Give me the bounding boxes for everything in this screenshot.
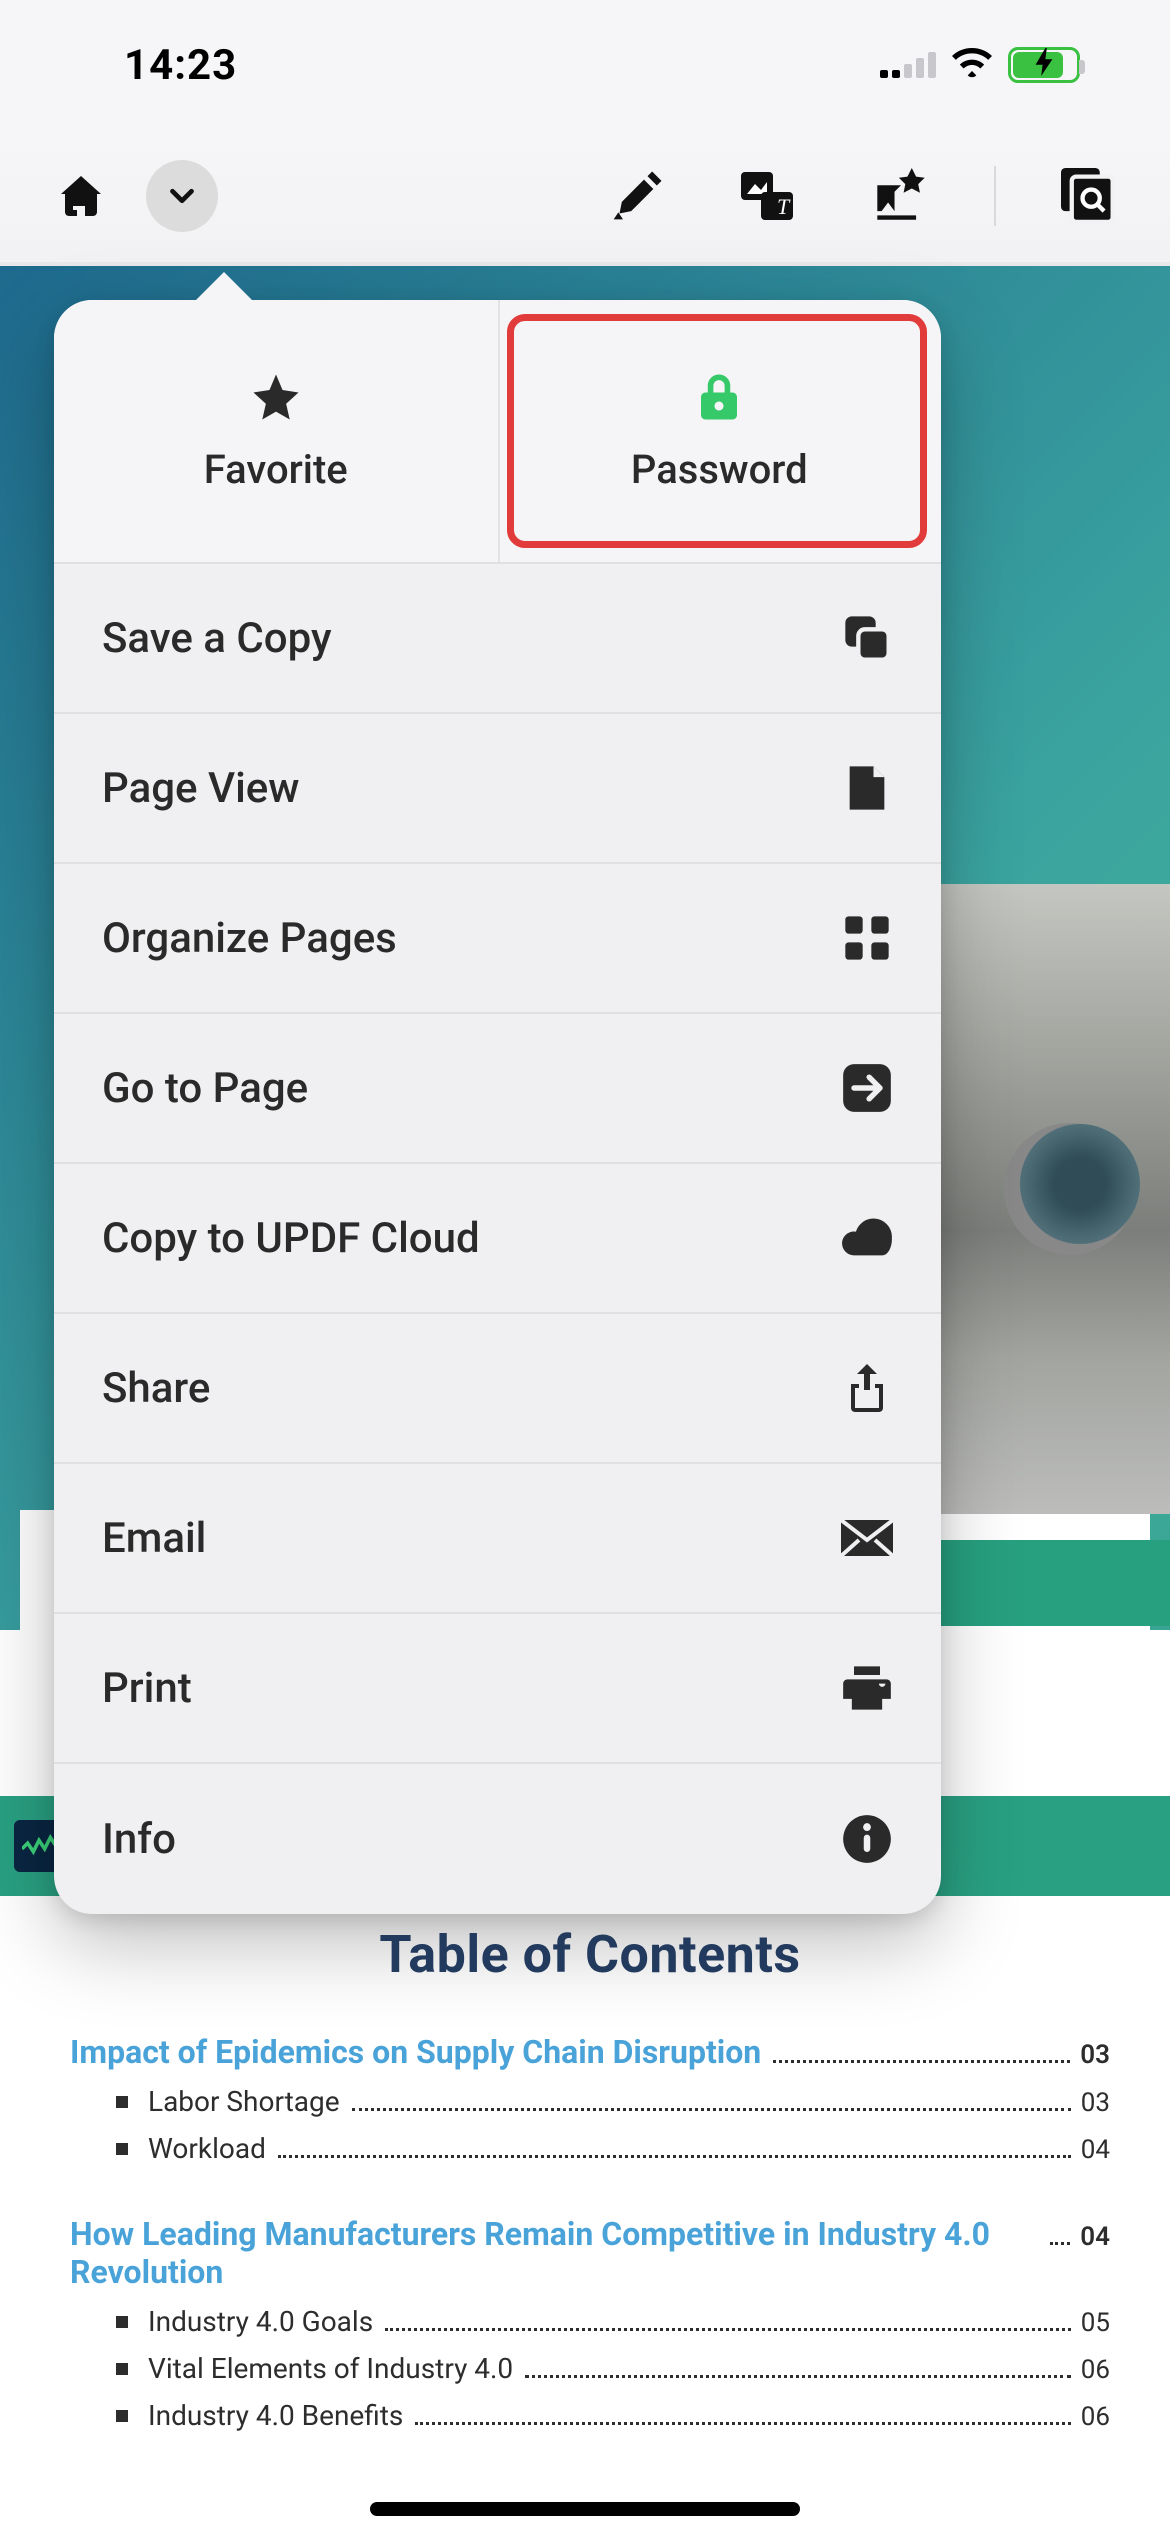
signal-icon [880,52,936,78]
star-icon [249,370,303,424]
toc-sub-label: Vital Elements of Industry 4.0 [148,2352,513,2385]
toc-page: 03 [1081,2088,1110,2118]
toc-title: Table of Contents [70,1924,1110,1985]
home-icon[interactable] [50,165,112,227]
app-toolbar: T [0,130,1170,262]
menu-item-label: Copy to UPDF Cloud [102,1214,480,1263]
image-text-icon[interactable]: T [738,165,800,227]
favorite-tab[interactable]: Favorite [54,300,498,562]
toc-sub-label: Industry 4.0 Benefits [148,2399,403,2432]
menu-item-organize-pages[interactable]: Organize Pages [54,864,941,1014]
toc-heading: Impact of Epidemics on Supply Chain Disr… [70,2033,1110,2071]
menu-item-go-to-page[interactable]: Go to Page [54,1014,941,1164]
menu-item-save-copy[interactable]: Save a Copy [54,564,941,714]
print-icon [841,1662,893,1714]
toc-heading-text: How Leading Manufacturers Remain Competi… [70,2215,1038,2291]
home-indicator[interactable] [370,2502,800,2516]
menu-item-label: Organize Pages [102,914,397,963]
toc-page: 04 [1081,2135,1110,2165]
goto-icon [841,1062,893,1114]
image-edit-icon[interactable] [870,165,932,227]
status-right [880,47,1080,83]
menu-item-email[interactable]: Email [54,1464,941,1614]
share-icon [841,1362,893,1414]
menu-item-label: Save a Copy [102,614,332,663]
document-content: Table of Contents Impact of Epidemics on… [70,1924,1110,2446]
toc-page: 06 [1081,2402,1110,2432]
toc-sub-label: Industry 4.0 Goals [148,2305,373,2338]
menu-item-share[interactable]: Share [54,1314,941,1464]
document-photo [910,884,1170,1514]
charging-icon [1034,48,1054,83]
highlighter-icon[interactable] [606,165,668,227]
menu-toggle-button[interactable] [146,160,218,232]
menu-item-print[interactable]: Print [54,1614,941,1764]
copy-icon [841,612,893,664]
favorite-tab-label: Favorite [204,446,348,493]
password-tab-label: Password [631,446,808,493]
info-icon [841,1813,893,1865]
toc-page: 04 [1080,2222,1110,2252]
menu-item-label: Email [102,1514,206,1563]
status-time: 14:23 [124,41,237,90]
toc-sub-label: Workload [148,2132,266,2165]
toc-page: 03 [1080,2040,1110,2070]
toc-sub-item: Labor Shortage 03 [116,2085,1110,2118]
toolbar-divider [994,166,996,226]
toc-page: 05 [1081,2308,1110,2338]
email-icon [841,1512,893,1564]
menu-item-copy-cloud[interactable]: Copy to UPDF Cloud [54,1164,941,1314]
menu-item-label: Print [102,1664,192,1713]
menu-item-label: Go to Page [102,1064,308,1113]
toc-heading-text: Impact of Epidemics on Supply Chain Disr… [70,2033,761,2071]
battery-icon [1008,47,1080,83]
page-icon [841,762,893,814]
pages-search-icon[interactable] [1058,165,1120,227]
toc-sub-label: Labor Shortage [148,2085,340,2118]
wifi-icon [952,47,992,83]
menu-item-label: Page View [102,764,299,813]
menu-item-info[interactable]: Info [54,1764,941,1914]
svg-text:T: T [777,194,791,219]
toc-sub-item: Industry 4.0 Benefits 06 [116,2399,1110,2432]
lock-icon [692,370,746,424]
menu-item-label: Info [102,1815,176,1864]
grid-icon [841,912,893,964]
chevron-down-icon [163,177,201,215]
toc-heading: How Leading Manufacturers Remain Competi… [70,2215,1110,2291]
toc-sub-item: Vital Elements of Industry 4.0 06 [116,2352,1110,2385]
toc-page: 06 [1081,2355,1110,2385]
toc-sub-item: Industry 4.0 Goals 05 [116,2305,1110,2338]
password-tab[interactable]: Password [498,300,942,562]
toc-sub-item: Workload 04 [116,2132,1110,2165]
menu-item-page-view[interactable]: Page View [54,714,941,864]
main-menu-dropdown: Favorite Password Save a Copy Page View … [54,300,941,1914]
status-bar: 14:23 [0,0,1170,130]
menu-item-label: Share [102,1364,210,1413]
cloud-icon [841,1212,893,1264]
